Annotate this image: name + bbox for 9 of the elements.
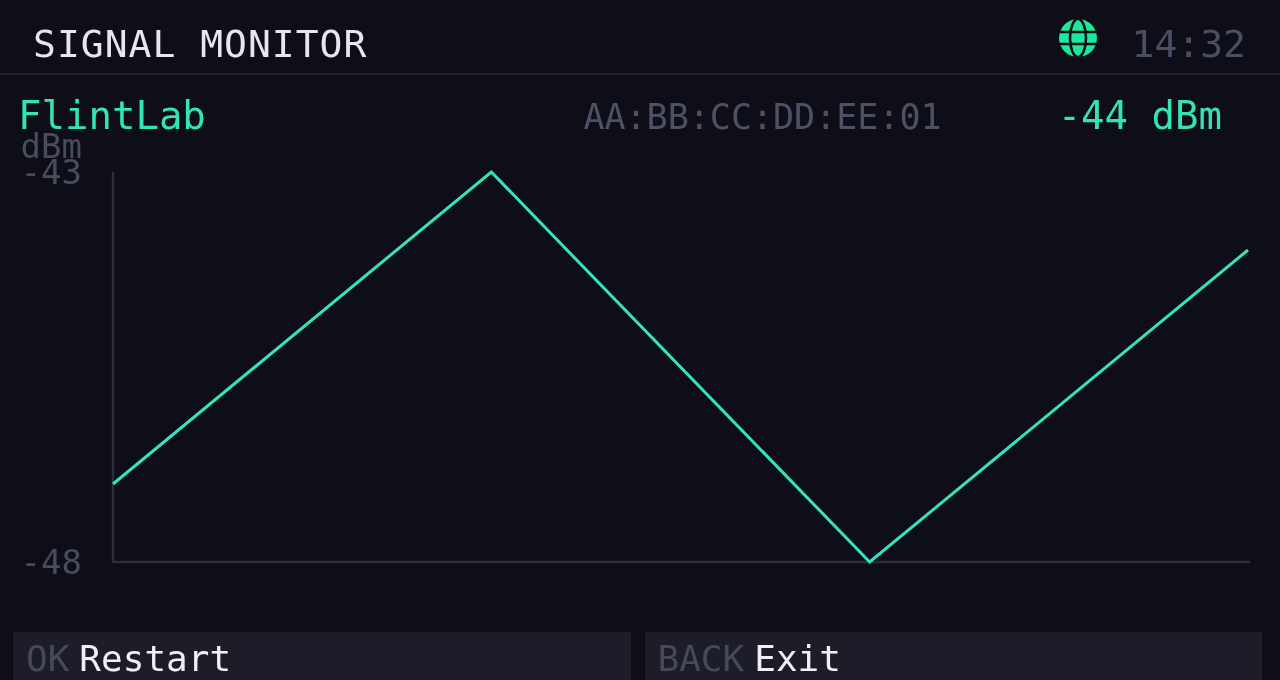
globe-icon (1058, 18, 1097, 57)
mac-address: AA:BB:CC:DD:EE:01 (583, 102, 942, 132)
signal-reading: -44 dBm (1057, 100, 1222, 132)
clock-time: 14:32 (1131, 24, 1246, 63)
screen-title: SIGNAL MONITOR (33, 24, 368, 63)
device-name: FlintLab (18, 100, 207, 132)
tick-label: -48 (20, 549, 82, 575)
tick-label: -43 (20, 159, 82, 185)
axis-title: dBm (20, 133, 82, 159)
